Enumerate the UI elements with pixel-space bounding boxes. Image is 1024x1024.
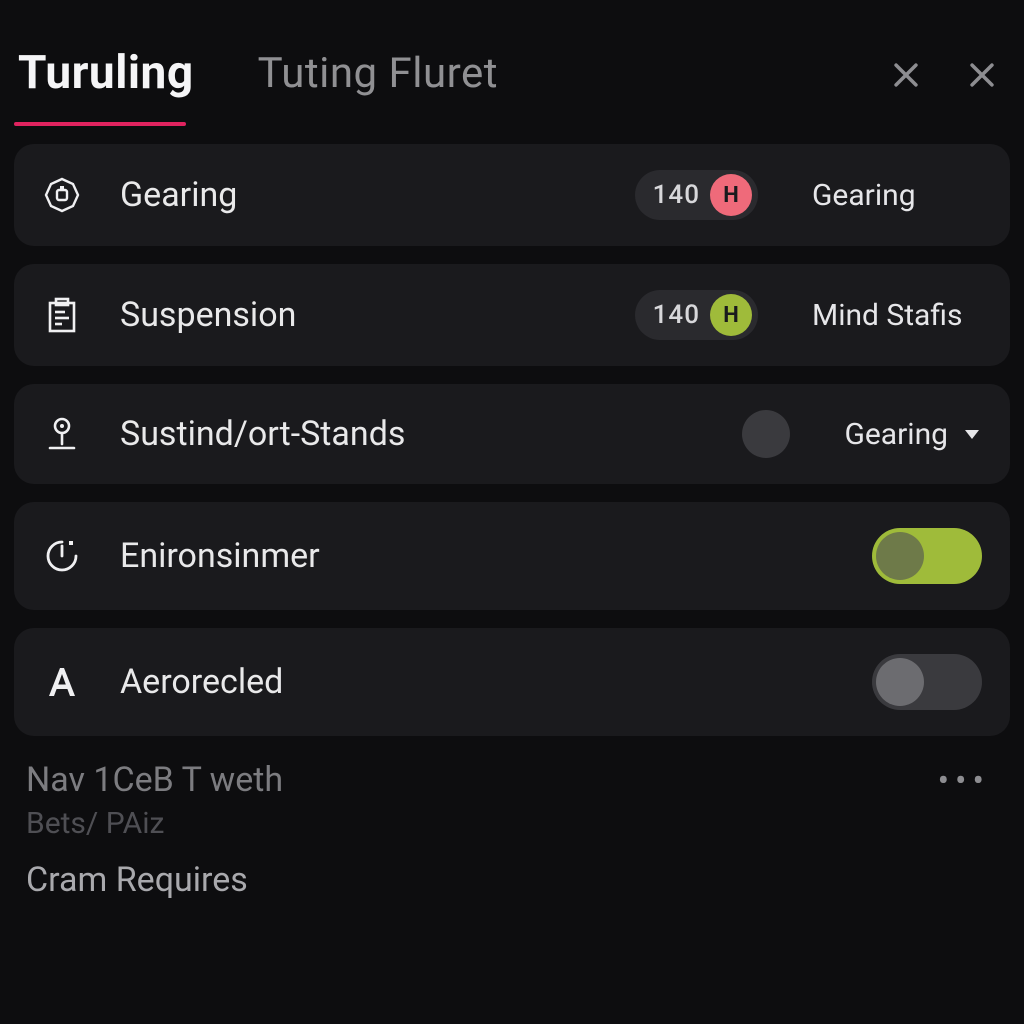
gearing-value: 140 [653, 180, 700, 210]
row-gearing[interactable]: Gearing 140 H Gearing [14, 144, 1010, 246]
row-label: Enironsinmer [120, 536, 320, 576]
suspension-value-pill[interactable]: 140 H [635, 290, 758, 340]
close-button-1[interactable] [878, 49, 934, 105]
close-icon [965, 58, 999, 96]
suspension-chip: H [710, 294, 752, 336]
enironsinmer-toggle[interactable] [872, 528, 982, 584]
gearing-value-pill[interactable]: 140 H [635, 170, 758, 220]
footer-line-2: Bets/ PAiz [26, 804, 998, 845]
toggle-knob [876, 658, 924, 706]
row-enironsinmer[interactable]: Enironsinmer [14, 502, 1010, 610]
more-button[interactable]: ••• [938, 761, 998, 801]
settings-list: Gearing 140 H Gearing Suspension [14, 144, 1010, 736]
row-suspension[interactable]: Suspension 140 H Mind Stafis [14, 264, 1010, 366]
dropdown-value: Gearing [844, 417, 948, 452]
tabs-row: Turuling Tuting Fluret [14, 0, 1010, 126]
row-sustind[interactable]: Sustind/ort-Stands Gearing [14, 384, 1010, 484]
pin-icon [42, 414, 96, 454]
tab-tuting-fluret[interactable]: Tuting Fluret [254, 31, 516, 124]
suspension-right-label: Mind Stafis [812, 298, 982, 333]
row-label: Gearing [120, 175, 237, 215]
toggle-knob [876, 532, 924, 580]
footer-section: Nav 1CeB T weth ••• Bets/ PAiz Cram Requ… [14, 754, 1010, 904]
row-label: Aerorecled [120, 662, 283, 702]
footer-line-3: Cram Requires [26, 858, 998, 904]
clipboard-icon [42, 295, 96, 335]
gearing-right-label: Gearing [812, 178, 982, 213]
sustind-dropdown[interactable]: Gearing [844, 417, 982, 452]
chevron-down-icon [962, 417, 982, 452]
letter-a-icon [42, 662, 96, 702]
footer-line-1: Nav 1CeB T weth [26, 758, 283, 804]
suspension-value: 140 [653, 300, 700, 330]
settings-panel: Turuling Tuting Fluret Gearing [0, 0, 1024, 904]
close-button-2[interactable] [954, 49, 1010, 105]
timer-icon [42, 536, 96, 576]
row-label: Sustind/ort-Stands [120, 414, 405, 454]
row-label: Suspension [120, 295, 296, 335]
sustind-indicator[interactable] [742, 410, 790, 458]
row-aerorecled[interactable]: Aerorecled [14, 628, 1010, 736]
gearing-icon [42, 175, 96, 215]
close-icon [889, 58, 923, 96]
tab-turuling[interactable]: Turuling [14, 28, 212, 126]
gearing-chip: H [710, 174, 752, 216]
aerorecled-toggle[interactable] [872, 654, 982, 710]
